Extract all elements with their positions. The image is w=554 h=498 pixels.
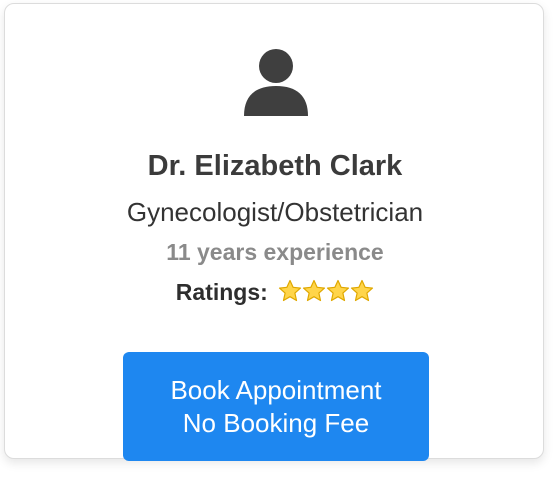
ratings-row: Ratings:	[5, 277, 545, 310]
rating-stars	[278, 279, 374, 310]
doctor-experience: 11 years experience	[166, 239, 384, 265]
doctor-name: Dr. Elizabeth Clark	[147, 150, 403, 182]
book-appointment-label: Book Appointment	[170, 374, 382, 405]
booking-fee-label: No Booking Fee	[182, 407, 370, 438]
doctor-card: Dr. Elizabeth Clark Gynecologist/Obstetr…	[4, 3, 545, 461]
star-icon	[303, 279, 326, 302]
user-icon	[243, 48, 309, 116]
book-appointment-button[interactable]: Book Appointment No Booking Fee	[123, 352, 429, 461]
star-icon	[327, 279, 350, 302]
star-icon	[279, 279, 302, 302]
ratings-label: Ratings:	[175, 279, 268, 305]
doctor-specialty: Gynecologist/Obstetrician	[126, 197, 424, 227]
star-icon	[351, 279, 374, 302]
